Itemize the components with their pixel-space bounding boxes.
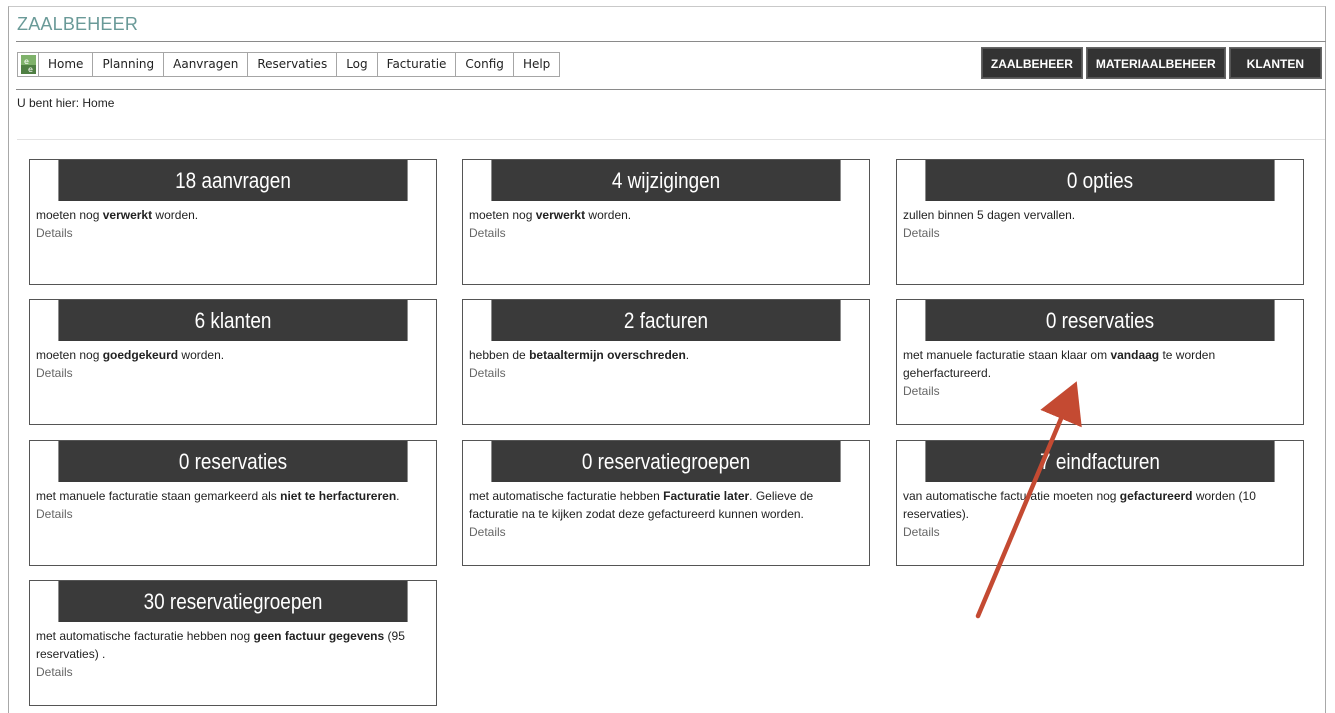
menu-item-help[interactable]: Help	[514, 53, 559, 76]
content-divider	[17, 139, 1325, 140]
emphasis-text: verwerkt	[535, 208, 586, 222]
klanten-button[interactable]: KLANTEN	[1228, 47, 1322, 79]
breadcrumb: U bent hier: Home	[17, 96, 115, 110]
zaalbeheer-button[interactable]: ZAALBEHEER	[980, 47, 1083, 79]
menu-item-aanvragen[interactable]: Aanvragen	[164, 53, 249, 76]
card-title: 30 reservatiegroepen	[58, 581, 408, 622]
card-text: zullen binnen 5 dagen vervallen.	[903, 208, 1076, 222]
menu-item-log[interactable]: Log	[337, 53, 378, 76]
details-link[interactable]: Details	[903, 523, 1297, 541]
card-title: 7 eindfacturen	[925, 441, 1275, 482]
card-title: 6 klanten	[58, 300, 408, 341]
details-link[interactable]: Details	[469, 224, 863, 242]
dashboard-card: 0 reservaties met manuele facturatie sta…	[896, 299, 1304, 425]
details-link[interactable]: Details	[36, 663, 430, 681]
dashboard-card: 4 wijzigingen moeten nog verwerkt worden…	[462, 159, 870, 285]
module-switcher: ZAALBEHEER MATERIAALBEHEER KLANTEN	[980, 47, 1322, 79]
card-text: van automatische facturatie moeten nog g…	[903, 489, 1256, 521]
card-title: 0 reservaties	[58, 441, 408, 482]
card-title: 0 reservatiegroepen	[491, 441, 841, 482]
emphasis-text: vandaag	[1110, 348, 1160, 362]
card-text: moeten nog verwerkt worden.	[469, 208, 632, 222]
card-text: met manuele facturatie staan gemarkeerd …	[36, 489, 400, 503]
details-link[interactable]: Details	[36, 224, 430, 242]
details-link[interactable]: Details	[469, 523, 863, 541]
card-text: moeten nog goedgekeurd worden.	[36, 348, 225, 362]
menu-item-facturatie[interactable]: Facturatie	[378, 53, 457, 76]
card-title: 0 reservaties	[925, 300, 1275, 341]
emphasis-text: geen factuur gegevens	[253, 629, 385, 643]
menu-item-reservaties[interactable]: Reservaties	[248, 53, 338, 76]
card-title: 4 wijzigingen	[491, 160, 841, 201]
dashboard-card: 30 reservatiegroepen met automatische fa…	[29, 580, 437, 706]
card-text: met manuele facturatie staan klaar om va…	[903, 348, 1216, 380]
emphasis-text: gefactureerd	[1119, 489, 1193, 503]
card-text: met automatische facturatie hebben Factu…	[469, 489, 814, 521]
header-divider	[16, 41, 1326, 42]
materiaalbeheer-button[interactable]: MATERIAALBEHEER	[1085, 47, 1226, 79]
card-title: 2 facturen	[491, 300, 841, 341]
card-title: 18 aanvragen	[58, 160, 408, 201]
menu-divider	[16, 89, 1326, 90]
app-logo-icon[interactable]: e e	[18, 53, 39, 76]
svg-text:e: e	[28, 65, 33, 74]
menu-item-config[interactable]: Config	[456, 53, 514, 76]
emphasis-text: Facturatie later	[663, 489, 750, 503]
dashboard-card: 2 facturen hebben de betaaltermijn overs…	[462, 299, 870, 425]
card-text: moeten nog verwerkt worden.	[36, 208, 199, 222]
app-title: ZAALBEHEER	[17, 14, 139, 34]
emphasis-text: betaaltermijn overschreden	[529, 348, 686, 362]
card-text: hebben de betaaltermijn overschreden.	[469, 348, 690, 362]
dashboard-card: 0 reservaties met manuele facturatie sta…	[29, 440, 437, 566]
dashboard-card: 0 reservatiegroepen met automatische fac…	[462, 440, 870, 566]
dashboard-card: 6 klanten moeten nog goedgekeurd worden.…	[29, 299, 437, 425]
dashboard-card: 18 aanvragen moeten nog verwerkt worden.…	[29, 159, 437, 285]
details-link[interactable]: Details	[36, 364, 430, 382]
emphasis-text: verwerkt	[102, 208, 153, 222]
menu-item-planning[interactable]: Planning	[93, 53, 165, 76]
card-text: met automatische facturatie hebben nog g…	[36, 629, 405, 661]
card-title: 0 opties	[925, 160, 1275, 201]
details-link[interactable]: Details	[903, 382, 1297, 400]
dashboard-card: 0 opties zullen binnen 5 dagen vervallen…	[896, 159, 1304, 285]
dashboard-card: 7 eindfacturen van automatische facturat…	[896, 440, 1304, 566]
main-menu: e e Home Planning Aanvragen Reservaties …	[17, 52, 561, 77]
emphasis-text: niet te herfactureren	[280, 489, 397, 503]
emphasis-text: goedgekeurd	[102, 348, 179, 362]
details-link[interactable]: Details	[469, 364, 863, 382]
menu-item-home[interactable]: Home	[39, 53, 94, 76]
details-link[interactable]: Details	[903, 224, 1297, 242]
details-link[interactable]: Details	[36, 505, 430, 523]
